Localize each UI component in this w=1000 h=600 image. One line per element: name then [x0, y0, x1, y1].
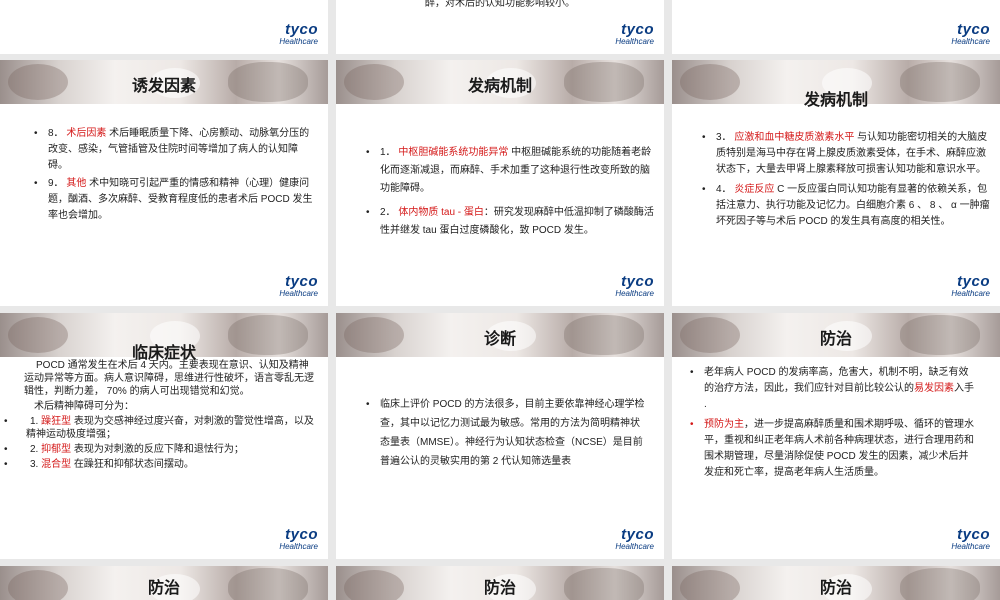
slide-thumbnail-9[interactable]: 防治 • 老年病人 POCD 的发病率高，危害大，机制不明，缺乏有效的治疗方法，…	[672, 313, 1000, 559]
slide-title: 防治	[819, 331, 852, 348]
list-item: • 4． 炎症反应 C 一反应蛋白同认知功能有显著的依赖关系，包括注意力、执行功…	[702, 184, 990, 227]
tyco-logo: tyco Healthcare	[951, 273, 990, 298]
slide-thumbnail-7[interactable]: 临床症状 POCD 通常发生在术后 4 天内。主要表现在意识、认知及精神运动异常…	[0, 313, 328, 559]
slide-thumbnail-8[interactable]: 诊断 • 临床上评价 POCD 的方法很多，目前主要依靠神经心理学检查，其中以记…	[336, 313, 664, 559]
tyco-logo: tyco Healthcare	[615, 526, 654, 551]
slide-title: 诱发因素	[131, 78, 196, 95]
slide-thumbnail-1[interactable]: tyco Healthcare	[0, 0, 328, 54]
list-item: • 2. 抑郁型 表现为对刺激的反应下降和退怯行为；	[4, 444, 244, 455]
slide-thumbnail-4[interactable]: 诱发因素 • 8． 术后因素 术后睡眠质量下降、心房颤动、动脉氧分压的改变、感染…	[0, 60, 328, 306]
slide-thumbnail-2[interactable]: 醉，对术后的认知功能影响较小。 tyco Healthcare	[336, 0, 664, 54]
tyco-logo: tyco Healthcare	[951, 526, 990, 551]
list-item: • 1． 中枢胆碱能系统功能异常 中枢胆碱能系统的功能随着老龄化而逐渐减退，而麻…	[366, 147, 652, 194]
slide-thumbnail-6[interactable]: 发病机制 • 3． 应激和血中糖皮质激素水平 与认知功能密切相关的大脑皮质特别是…	[672, 60, 1000, 306]
tyco-logo: tyco Healthcare	[279, 273, 318, 298]
tyco-logo: tyco Healthcare	[279, 21, 318, 46]
slide-thumbnail-3[interactable]: tyco Healthcare	[672, 0, 1000, 54]
list-item: • 9． 其他 术中知晓可引起严重的情感和精神（心理）健康问题，酗酒、多次麻醉、…	[34, 178, 313, 221]
tyco-logo: tyco Healthcare	[951, 21, 990, 46]
list-item: • 老年病人 POCD 的发病率高，危害大，机制不明，缺乏有效的治疗方法，因此，…	[690, 367, 974, 410]
list-item: • 1. 躁狂型 表现为交感神经过度兴奋，对刺激的警觉性增高，以及精神运动极度增…	[4, 416, 314, 440]
slide-thumbnail-10[interactable]: 防治	[0, 566, 328, 600]
slide-title: 发病机制	[803, 92, 868, 109]
slide-title: 诊断	[483, 331, 516, 348]
list-item: • 预防为主，进一步提高麻醉质量和围术期呼吸、循环的管理水平，重视和纠正老年病人…	[690, 419, 974, 478]
slide-title: 防治	[819, 580, 852, 597]
intro-text: POCD 通常发生在术后 4 天内。主要表现在意识、认知及精神运动异常等方面。病…	[24, 360, 314, 397]
slide-title: 发病机制	[467, 78, 532, 95]
slide-thumbnail-5[interactable]: 发病机制 • 1． 中枢胆碱能系统功能异常 中枢胆碱能系统的功能随着老龄化而逐渐…	[336, 60, 664, 306]
slide-thumbnail-11[interactable]: 防治	[336, 566, 664, 600]
subheading: 术后精神障碍可分为：	[34, 401, 134, 412]
list-item: • 8． 术后因素 术后睡眠质量下降、心房颤动、动脉氧分压的改变、感染，气管插管…	[34, 128, 310, 171]
list-item: • 3. 混合型 在躁狂和抑郁状态间摆动。	[4, 459, 194, 470]
tyco-logo: tyco Healthcare	[615, 273, 654, 298]
tyco-logo: tyco Healthcare	[279, 526, 318, 551]
list-item: • 2． 体内物质 tau - 蛋白：研究发现麻醉中低温抑制了磷酸酶活性并继发 …	[366, 207, 654, 236]
slide-title: 防治	[147, 580, 180, 597]
tyco-logo: tyco Healthcare	[615, 21, 654, 46]
list-item: • 3． 应激和血中糖皮质激素水平 与认知功能密切相关的大脑皮质特别是海马中存在…	[702, 132, 988, 175]
list-item: • 临床上评价 POCD 的方法很多，目前主要依靠神经心理学检查，其中以记忆力测…	[366, 399, 645, 467]
slide-thumbnail-12[interactable]: 防治	[672, 566, 1000, 600]
slide-title: 防治	[483, 580, 516, 597]
slide-text: 醉，对术后的认知功能影响较小。	[425, 0, 575, 9]
